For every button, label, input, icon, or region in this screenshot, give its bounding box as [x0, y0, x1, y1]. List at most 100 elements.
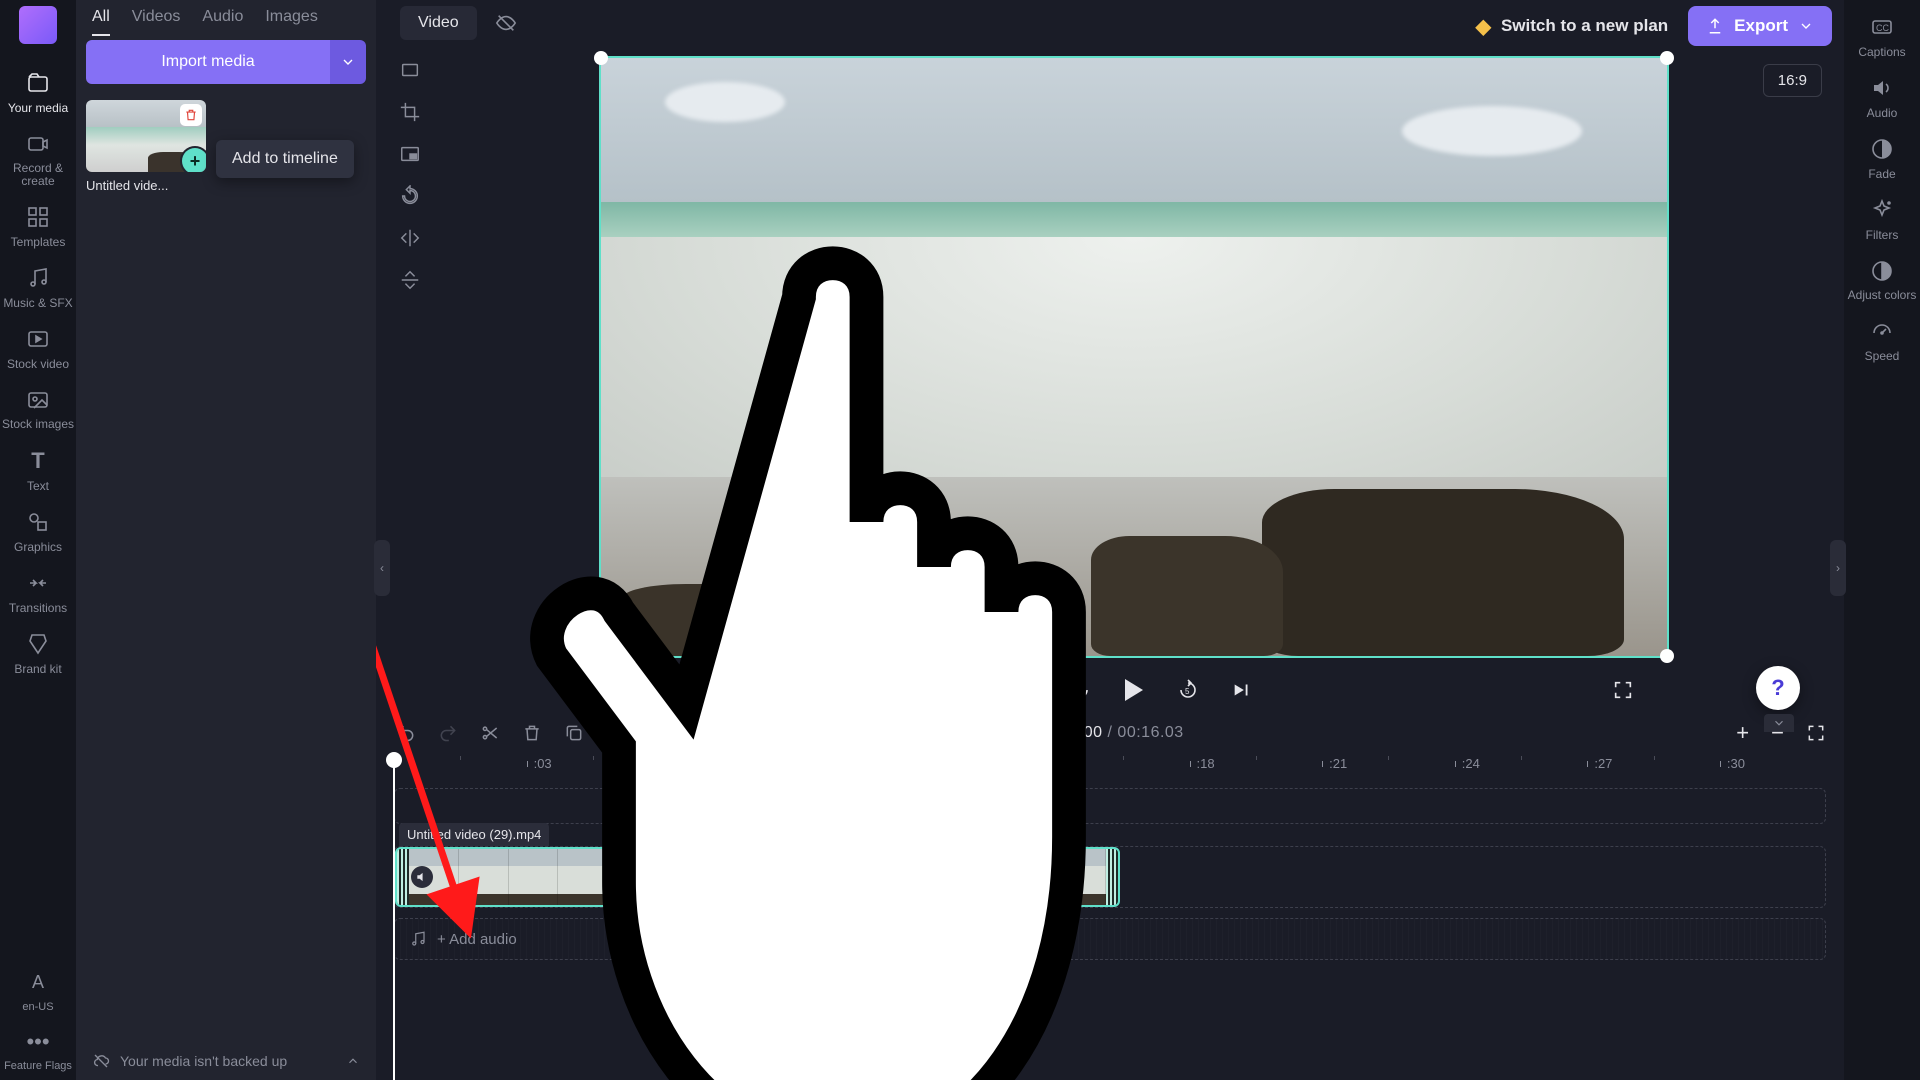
import-media-row: Import media [86, 40, 366, 84]
flip-h-icon[interactable] [396, 224, 424, 252]
rail-stock-images[interactable]: Stock images [0, 379, 76, 439]
rail-label: Captions [1858, 45, 1905, 59]
tracks: Untitled video (29).mp4 [394, 788, 1826, 960]
collapse-left-panel[interactable]: ‹ [374, 540, 390, 596]
timeline-body[interactable]: :03:06:09:12:15:18:21:24:27:30 Untitled … [394, 754, 1826, 960]
tab-images[interactable]: Images [265, 8, 317, 26]
zoom-fit-button[interactable] [1806, 723, 1826, 743]
delete-clip-button[interactable] [520, 721, 544, 745]
fit-icon[interactable] [396, 56, 424, 84]
skip-start-button[interactable] [1012, 676, 1040, 704]
rewind-button[interactable]: 5 [1066, 676, 1094, 704]
rail-label: Templates [11, 235, 66, 249]
rail-fade[interactable]: Fade [1844, 128, 1920, 189]
video-clip[interactable] [395, 847, 1120, 907]
duplicate-button[interactable] [562, 721, 586, 745]
playback-controls: 5 5 [599, 676, 1669, 704]
zoom-out-button[interactable]: − [1771, 720, 1784, 746]
aspect-ratio-badge[interactable]: 16:9 [1763, 64, 1822, 97]
switch-plan-button[interactable]: ◆ Switch to a new plan [1470, 13, 1675, 40]
music-icon [409, 930, 427, 948]
tab-audio[interactable]: Audio [202, 8, 243, 26]
delete-media-button[interactable] [180, 104, 202, 126]
tab-all[interactable]: All [92, 8, 110, 26]
audio-lane[interactable]: + Add audio [394, 918, 1826, 960]
rail-record-create[interactable]: Record & create [0, 123, 76, 196]
text-icon: T [25, 448, 51, 474]
ruler-tick: :27 [1587, 756, 1612, 771]
import-media-dropdown[interactable] [330, 40, 366, 84]
rotate-icon[interactable] [396, 182, 424, 210]
resize-handle[interactable] [594, 51, 608, 65]
redo-button[interactable] [436, 721, 460, 745]
app-logo[interactable] [19, 6, 57, 44]
ruler-tick: :30 [1720, 756, 1745, 771]
play-button[interactable] [1120, 676, 1148, 704]
stage-type-row: Video [400, 6, 517, 40]
import-media-button[interactable]: Import media [86, 40, 330, 84]
rail-text[interactable]: T Text [0, 440, 76, 501]
rail-audio[interactable]: Audio [1844, 67, 1920, 128]
music-icon [25, 265, 51, 291]
clip-trim-right[interactable] [1106, 849, 1118, 905]
canvas-tools [396, 56, 424, 294]
preview-canvas[interactable] [599, 56, 1669, 658]
rail-language[interactable]: A en-US [0, 962, 76, 1021]
ruler-tick: :12 [924, 756, 949, 771]
clip-volume-icon[interactable] [411, 866, 433, 888]
visibility-off-icon[interactable] [495, 12, 517, 34]
diamond-icon: ◆ [1476, 14, 1491, 39]
rail-brand-kit[interactable]: Brand kit [0, 623, 76, 684]
rail-filters[interactable]: Filters [1844, 189, 1920, 250]
rail-transitions[interactable]: Transitions [0, 562, 76, 623]
zoom-in-button[interactable]: + [1736, 720, 1749, 746]
rail-music-sfx[interactable]: Music & SFX [0, 257, 76, 318]
filters-icon [1869, 197, 1895, 223]
media-thumbnail[interactable]: + [86, 100, 206, 172]
rail-feature-flags[interactable]: ••• Feature Flags [0, 1021, 76, 1080]
skip-end-button[interactable] [1228, 676, 1256, 704]
ruler-tick: :15 [1057, 756, 1082, 771]
forward-button[interactable]: 5 [1174, 676, 1202, 704]
add-to-timeline-button[interactable]: + [182, 148, 206, 172]
pip-icon[interactable] [396, 140, 424, 168]
total-time: 00:16.03 [1117, 724, 1183, 741]
resize-handle[interactable] [1660, 649, 1674, 663]
rail-stock-video[interactable]: Stock video [0, 318, 76, 379]
language-icon: A [25, 970, 51, 996]
video-lane[interactable]: Untitled video (29).mp4 [394, 846, 1826, 908]
backup-notice[interactable]: Your media isn't backed up [86, 1042, 366, 1080]
rail-captions[interactable]: CC Captions [1844, 6, 1920, 67]
ruler-tick: :03 [527, 756, 552, 771]
clip-trim-left[interactable] [397, 849, 409, 905]
rail-label: Feature Flags [4, 1060, 72, 1072]
rail-graphics[interactable]: Graphics [0, 501, 76, 562]
media-item-label: Untitled vide... [86, 178, 186, 193]
tab-videos[interactable]: Videos [132, 8, 181, 26]
media-item[interactable]: + Untitled vide... Add to timeline [86, 100, 206, 193]
ruler-tick: :09 [792, 756, 817, 771]
empty-lane[interactable] [394, 788, 1826, 824]
add-to-timeline-tooltip: Add to timeline [216, 140, 354, 178]
fullscreen-button[interactable] [1609, 676, 1637, 704]
resize-handle[interactable] [594, 649, 608, 663]
split-button[interactable] [478, 721, 502, 745]
crop-icon[interactable] [396, 98, 424, 126]
collapse-right-panel[interactable]: › [1830, 540, 1846, 596]
media-panel: All Videos Audio Images Import media + U… [76, 0, 376, 1080]
rail-templates[interactable]: Templates [0, 196, 76, 257]
timeline-ruler[interactable]: :03:06:09:12:15:18:21:24:27:30 [394, 756, 1826, 782]
rail-your-media[interactable]: Your media [0, 62, 76, 123]
resize-handle[interactable] [1660, 51, 1674, 65]
rail-adjust-colors[interactable]: Adjust colors [1844, 250, 1920, 310]
left-rail: Your media Record & create Templates Mus… [0, 0, 76, 1080]
rail-speed[interactable]: Speed [1844, 310, 1920, 371]
rail-label: Audio [1867, 106, 1898, 120]
flip-v-icon[interactable] [396, 266, 424, 294]
clip-type-label[interactable]: Video [400, 6, 477, 40]
help-button[interactable]: ? [1756, 666, 1800, 710]
rail-label: Fade [1868, 167, 1895, 181]
export-button[interactable]: Export [1688, 6, 1832, 46]
svg-text:CC: CC [1876, 23, 1889, 33]
undo-button[interactable] [394, 721, 418, 745]
